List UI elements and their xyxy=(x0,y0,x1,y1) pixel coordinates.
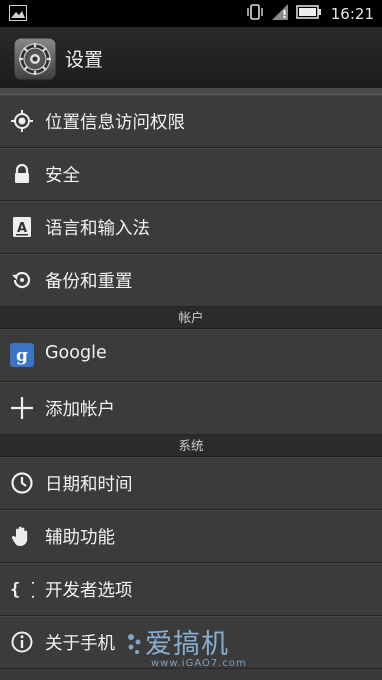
status-bar: ! 16:21 xyxy=(0,0,382,27)
settings-gear-icon[interactable] xyxy=(13,37,57,81)
settings-item-date-time[interactable]: 日期和时间 xyxy=(0,457,382,510)
no-signal-icon: ! xyxy=(271,3,289,25)
clock-icon xyxy=(10,471,34,495)
settings-item-label: 日期和时间 xyxy=(45,475,133,495)
watermark-text: 爱搞机 xyxy=(145,629,229,660)
info-icon xyxy=(10,630,34,654)
settings-item-developer-options[interactable]: { } 开发者选项 xyxy=(0,563,382,616)
settings-item-label: Google xyxy=(45,343,107,363)
settings-item-label: 关于手机 xyxy=(45,634,115,654)
settings-item-accessibility[interactable]: 辅助功能 xyxy=(0,510,382,563)
settings-item-add-account[interactable]: 添加帐户 xyxy=(0,382,382,435)
watermark: 爱搞机 www.iGAO7.com xyxy=(125,622,285,678)
settings-item-backup-reset[interactable]: 备份和重置 xyxy=(0,254,382,307)
battery-icon xyxy=(295,4,322,24)
plus-icon xyxy=(10,396,34,420)
lock-icon xyxy=(10,162,34,186)
settings-item-label: 位置信息访问权限 xyxy=(45,113,185,133)
settings-item-label: 安全 xyxy=(45,166,80,186)
settings-item-location[interactable]: 位置信息访问权限 xyxy=(0,95,382,148)
settings-item-security[interactable]: 安全 xyxy=(0,148,382,201)
section-header-system: 系统 xyxy=(0,435,382,457)
keyboard-a-icon: A xyxy=(10,215,34,239)
svg-text:A: A xyxy=(17,221,27,236)
action-bar: 设置 xyxy=(0,27,382,89)
restore-icon xyxy=(10,268,34,292)
location-icon xyxy=(10,109,34,133)
svg-text:g: g xyxy=(16,346,28,366)
settings-item-label: 开发者选项 xyxy=(45,581,133,601)
image-notification-icon xyxy=(9,5,27,25)
settings-item-label: 添加帐户 xyxy=(45,400,115,420)
settings-item-label: 语言和输入法 xyxy=(45,219,150,239)
page-title: 设置 xyxy=(65,49,104,71)
google-icon: g xyxy=(10,343,34,367)
settings-item-google[interactable]: g Google xyxy=(0,329,382,382)
scroll-peek-divider xyxy=(0,88,382,95)
status-time: 16:21 xyxy=(330,4,374,23)
svg-text:!: ! xyxy=(282,8,287,21)
hand-icon xyxy=(10,524,34,548)
watermark-url: www.iGAO7.com xyxy=(151,658,247,669)
settings-item-label: 备份和重置 xyxy=(45,272,133,292)
braces-icon: { } xyxy=(10,577,41,601)
section-header-accounts: 帐户 xyxy=(0,307,382,329)
vibrate-icon xyxy=(246,3,264,25)
watermark-dots-icon xyxy=(128,634,141,654)
settings-item-label: 辅助功能 xyxy=(45,528,115,548)
svg-text:{ }: { } xyxy=(10,580,34,600)
settings-list: 位置信息访问权限 安全 A 语言和输入法 备份和重置 帐户 g Google 添… xyxy=(0,88,382,669)
settings-item-language-input[interactable]: A 语言和输入法 xyxy=(0,201,382,254)
